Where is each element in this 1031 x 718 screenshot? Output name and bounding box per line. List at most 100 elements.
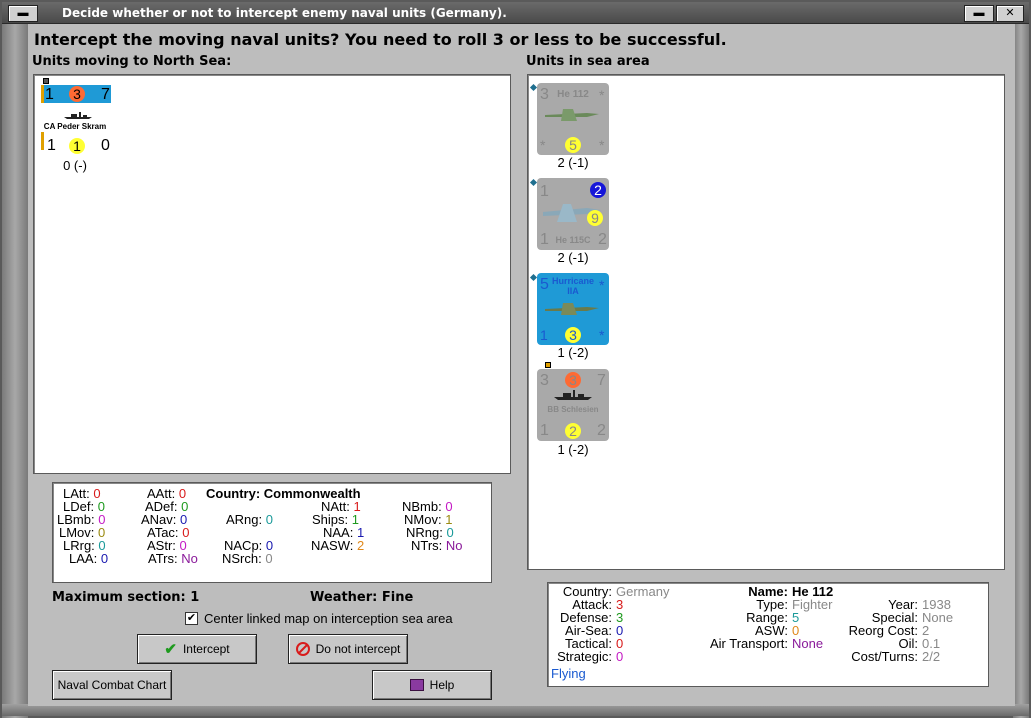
system-menu-button[interactable]: ▬ (8, 5, 38, 22)
unit-caption: 0 (-) (63, 158, 87, 173)
unit-info-labels-col2: Name: Type: Range: ASW: Air Transport: (678, 585, 788, 650)
info-tactical-value: 0 (616, 636, 624, 651)
counter-face: 3 3 7 BB Schlesien 1 2 2 (537, 369, 609, 441)
stat-atrs: ATrs: No (148, 551, 198, 566)
unit-bottom-right: 2 (598, 231, 607, 248)
info-strategic-key: Strategic: (557, 649, 612, 664)
restore-button[interactable]: ▬ (964, 5, 994, 22)
unit-band-stripe (41, 132, 44, 150)
info-airtrans-key: Air Transport: (709, 636, 788, 651)
info-country-value: Germany (616, 584, 670, 599)
unit-caption: 1 (-2) (557, 345, 589, 360)
window-title: Decide whether or not to intercept enemy… (62, 6, 507, 20)
unit-bottom-left: 1 (540, 422, 549, 439)
unit-attack: 1 (45, 86, 54, 103)
unit-top-right: * (599, 87, 605, 103)
intercept-label: Intercept (182, 642, 230, 656)
unit-movement: 7 (101, 86, 110, 103)
center-map-checkbox-row[interactable]: ✔ Center linked map on interception sea … (185, 611, 453, 626)
unit-attack: 3 (540, 372, 549, 389)
stat-nasw: NASW: 2 (311, 538, 365, 553)
unit-counter-peder-skram[interactable]: 1 3 7 CA Peder Skram 1 1 0 0 (-) (39, 78, 114, 173)
unit-name: CA Peder Skram (43, 122, 107, 131)
intercept-button[interactable]: ✔ Intercept (137, 634, 257, 664)
unit-bottom-right: 2 (597, 422, 606, 439)
title-bar: ▬ Decide whether or not to intercept ene… (2, 2, 1029, 24)
unit-caption: 1 (-2) (557, 442, 589, 457)
close-button[interactable]: ✕ (996, 5, 1024, 22)
naval-combat-chart-label: Naval Combat Chart (57, 678, 167, 692)
info-strategic-value: 0 (616, 649, 624, 664)
unit-info-labels-col1: Country: Attack: Defense: Air-Sea: Tacti… (548, 585, 612, 663)
intercept-question: Intercept the moving naval units? You ne… (34, 30, 727, 49)
sea-units-header: Units in sea area (526, 54, 650, 69)
help-label: Help (429, 678, 455, 692)
unit-circle: 2 (565, 423, 581, 439)
info-cost-value: 2/2 (922, 649, 941, 664)
do-not-intercept-label: Do not intercept (315, 642, 401, 656)
unit-mid-circle: 9 (587, 210, 603, 226)
fighter-plane-icon (545, 109, 599, 121)
naval-combat-chart-button[interactable]: Naval Combat Chart (52, 670, 172, 700)
unit-info-values-col3: 1938 None 2 0.1 2/2 (922, 598, 953, 663)
unit-caption: 2 (-1) (557, 250, 589, 265)
counter-face: 1 2 9 1 He 115C 2 (537, 178, 609, 250)
weather-label: Weather: Fine (310, 590, 414, 605)
unit-top-circle: 2 (590, 182, 606, 198)
unit-bottom-left: 1 (540, 327, 548, 343)
unit-attack: 1 (540, 183, 549, 200)
help-button[interactable]: Help (372, 670, 492, 700)
info-defense-value: 3 (616, 610, 624, 625)
book-icon (409, 679, 424, 691)
window-frame-right (1013, 24, 1029, 718)
unit-bottom-left: * (540, 137, 546, 153)
max-section-label: Maximum section: 1 (52, 590, 200, 605)
prohibited-icon (295, 642, 310, 656)
window-frame-left (2, 24, 28, 718)
unit-defense-circle: 3 (69, 86, 85, 102)
counter-face: 5 Hurricane IIA * 1 3 * (537, 273, 609, 345)
sea-units-list[interactable]: 3 He 112 * * 5 * 2 (-1) 1 2 9 1 He 115C … (527, 74, 1005, 570)
unit-info-values-col1: Germany 3 3 0 0 0 (616, 585, 669, 663)
unit-counter-schlesien[interactable]: 3 3 7 BB Schlesien 1 2 2 1 (-2) (530, 362, 610, 458)
unit-name: BB Schlesien (547, 405, 599, 414)
unit-counter-hurricane[interactable]: 5 Hurricane IIA * 1 3 * 1 (-2) (529, 273, 610, 363)
stack-marker (529, 273, 538, 282)
fighter-plane-icon (545, 303, 599, 315)
info-attack-value: 3 (616, 597, 624, 612)
center-map-label: Center linked map on interception sea ar… (204, 611, 453, 626)
unit-counter-he112[interactable]: 3 He 112 * * 5 * 2 (-1) (529, 83, 610, 173)
stat-nsrch: NSrch: 0 (222, 551, 273, 566)
stack-marker (529, 83, 538, 92)
unit-bottom-circle: 1 (69, 138, 85, 154)
info-airtrans-value: None (792, 636, 824, 651)
unit-bottom-right: 0 (101, 137, 110, 154)
unit-caption: 2 (-1) (557, 155, 589, 170)
unit-bottom-left: 1 (47, 137, 56, 154)
commonwealth-stats-panel: LAtt: 0 LDef: 0 LBmb: 0 LMov: 0 LRrg: 0 … (52, 482, 492, 583)
unit-circle: 3 (565, 327, 581, 343)
unit-top-circle: 3 (565, 372, 581, 388)
checkmark-icon: ✔ (164, 641, 177, 658)
unit-info-values-col2: He 112 Fighter 5 0 None (792, 585, 833, 650)
stat-arng: ARng: 0 (226, 512, 273, 527)
unit-bottom-right: * (599, 137, 605, 153)
unit-info-panel: Country: Attack: Defense: Air-Sea: Tacti… (547, 582, 989, 687)
do-not-intercept-button[interactable]: Do not intercept (288, 634, 408, 664)
dialog-window: ▬ Decide whether or not to intercept ene… (0, 0, 1031, 718)
ship-silhouette-icon (64, 112, 92, 119)
unit-info-labels-col3: Year: Special: Reorg Cost: Oil: Cost/Tur… (838, 598, 918, 663)
counter-face: 3 He 112 * * 5 * (537, 83, 609, 155)
selection-marker (545, 362, 551, 368)
dialog-content: Intercept the moving naval units? You ne… (28, 24, 1015, 706)
stat-ntrs: NTrs: No (411, 538, 463, 553)
battleship-silhouette-icon (554, 390, 592, 400)
unit-counter-he115c[interactable]: 1 2 9 1 He 115C 2 2 (-1) (529, 178, 610, 268)
unit-bottom-right: * (599, 327, 605, 343)
unit-top-right: 7 (597, 372, 606, 389)
center-map-checkbox[interactable]: ✔ (185, 612, 198, 625)
moving-units-header: Units moving to North Sea: (32, 54, 232, 69)
moving-units-list[interactable]: 1 3 7 CA Peder Skram 1 1 0 0 (-) (33, 74, 511, 474)
selection-marker (43, 78, 49, 84)
stat-laa: LAA: 0 (69, 551, 109, 566)
